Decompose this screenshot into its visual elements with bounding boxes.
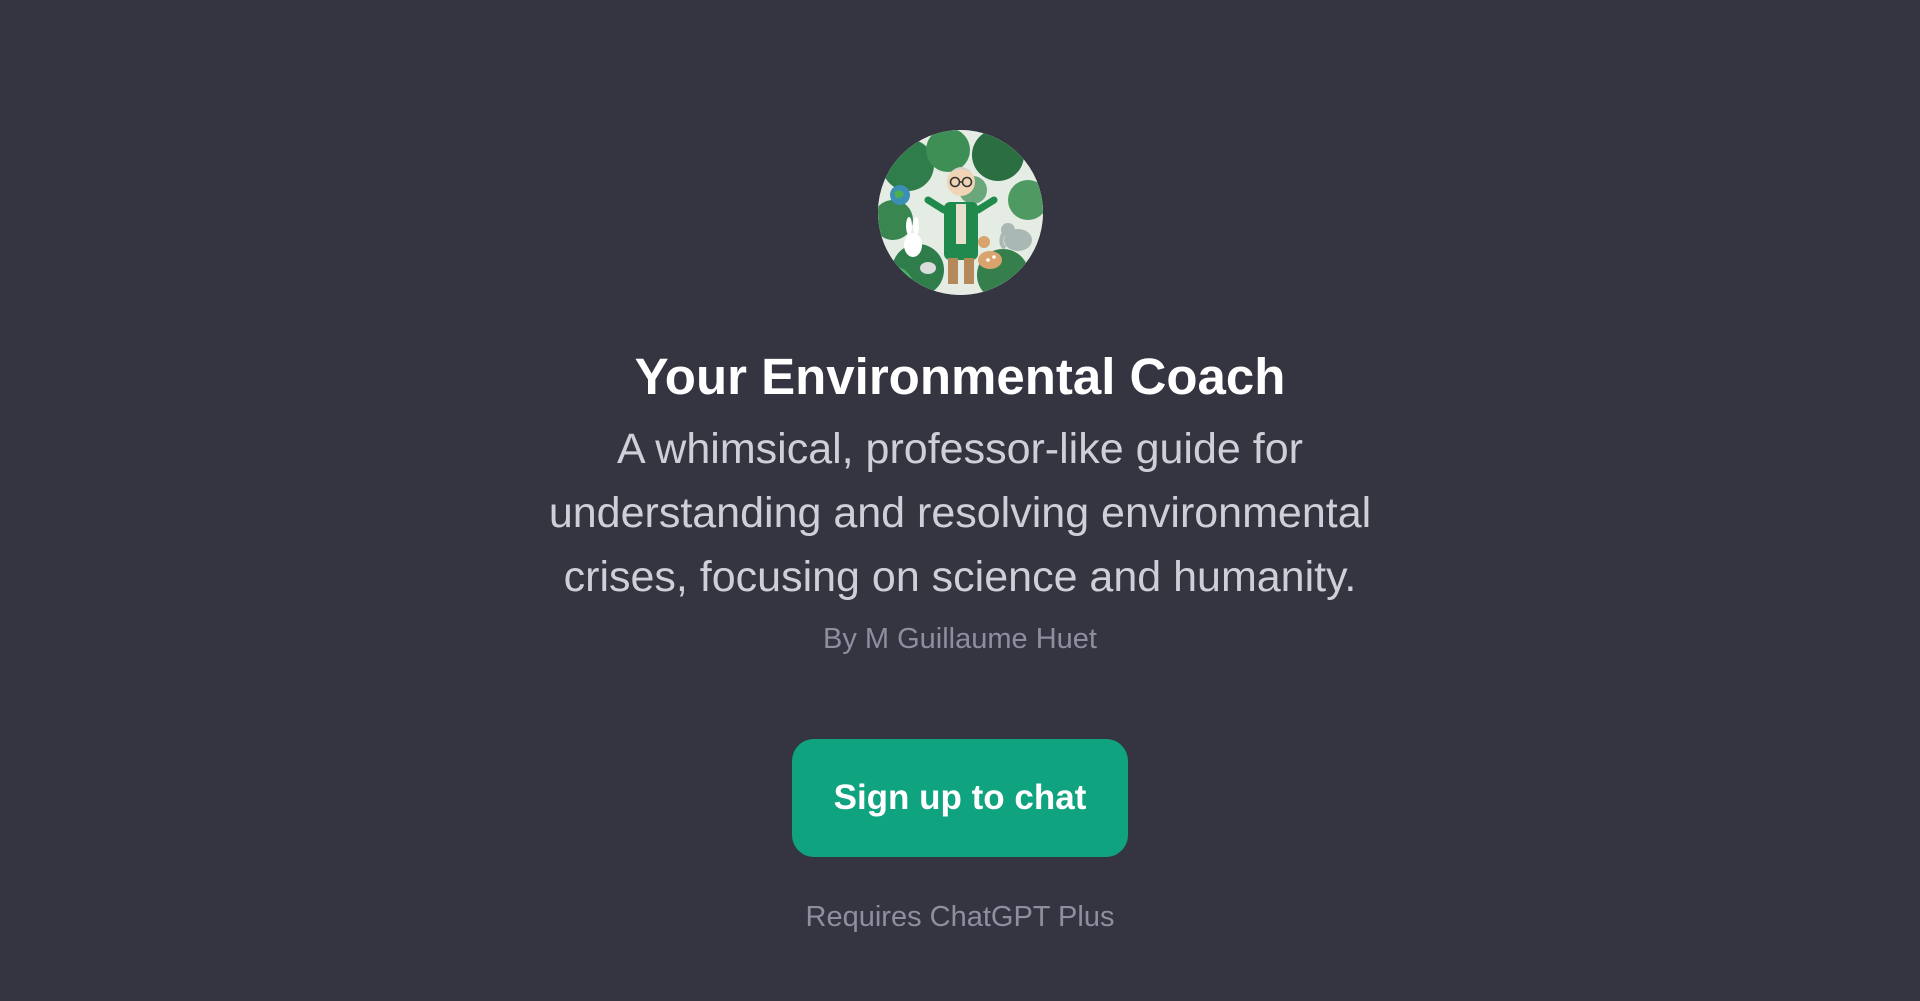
gpt-title: Your Environmental Coach [634,348,1286,405]
environmental-professor-illustration-icon [877,130,1043,295]
gpt-author: By M Guillaume Huet [823,623,1097,655]
gpt-avatar [877,130,1043,295]
sign-up-button[interactable]: Sign up to chat [792,739,1128,857]
gpt-description: A whimsical, professor-like guide for un… [548,425,1372,601]
requirement-note: Requires ChatGPT Plus [805,901,1115,933]
gpt-landing-page: Your Environmental Coach A whimsical, pr… [0,0,1920,1001]
